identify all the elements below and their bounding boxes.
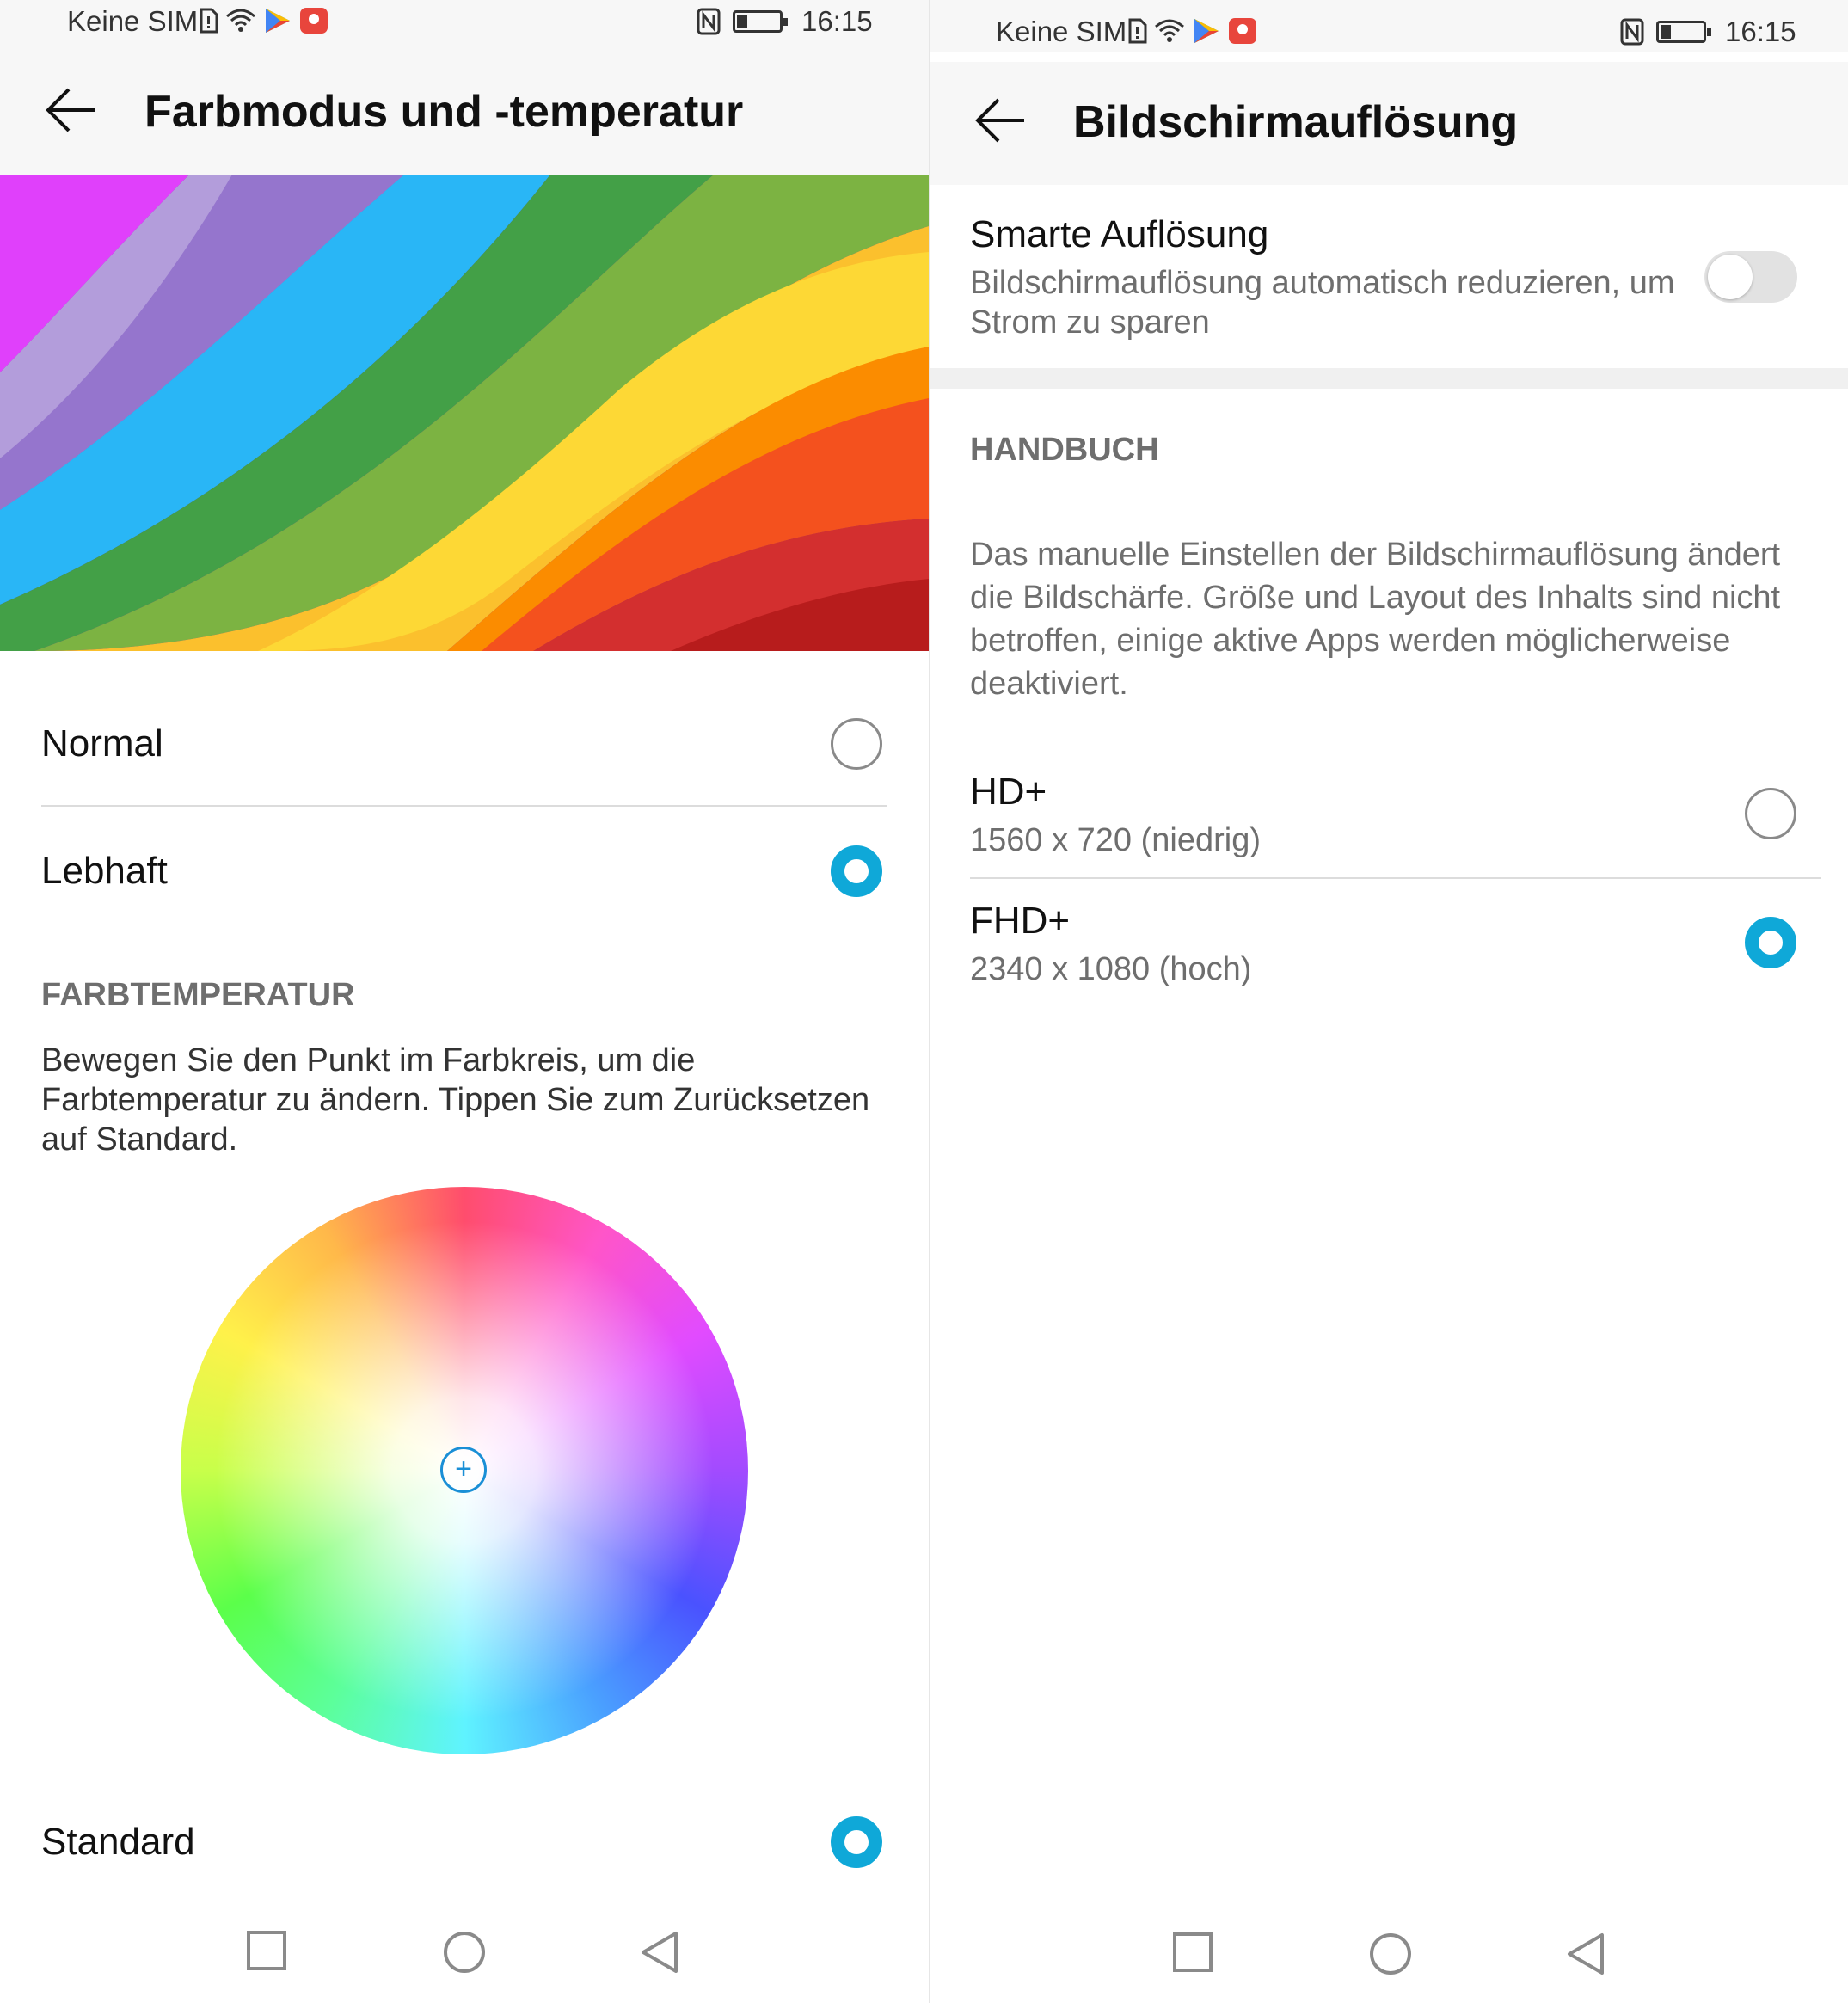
carrier-label: Keine SIM [67,5,199,37]
divider [970,877,1821,879]
resolution-option-fhd[interactable]: FHD+ 2340 x 1080 (hoch) [970,900,1807,989]
mode-label: Lebhaft [41,850,168,892]
standard-label: Standard [41,1821,195,1863]
app-bar: Farbmodus und -temperatur [0,52,929,175]
radio-normal[interactable] [831,718,882,770]
radio-standard[interactable] [831,1816,882,1868]
toggle-knob [1708,255,1753,299]
option-label: FHD+ [970,900,1071,942]
back-triangle-icon[interactable] [1566,1932,1605,1976]
carrier-label: Keine SIM [996,15,1127,47]
smart-resolution-label: Smarte Auflösung [970,213,1269,255]
recents-square-icon[interactable] [246,1930,287,1971]
option-detail: 2340 x 1080 (hoch) [970,951,1252,987]
back-triangle-icon[interactable] [640,1930,679,1975]
divider [41,805,887,807]
color-mode-screen: Keine SIM 16:15 Farbmodus und -temperatu… [0,0,929,2003]
app-gallery-icon [1229,18,1256,44]
option-detail: 1560 x 720 (niedrig) [970,822,1261,858]
status-bar: Keine SIM 16:15 [0,0,929,52]
app-bar: Bildschirmauflösung [930,62,1848,185]
smart-resolution-description: Bildschirmauflösung automatisch reduzier… [970,265,1675,341]
color-temperature-description: Bewegen Sie den Punkt im Farbkreis, um d… [41,1042,870,1158]
section-title: FARBTEMPERATUR [41,977,355,1013]
radio-fhd[interactable] [1745,917,1796,968]
wifi-icon [226,9,255,32]
mode-option-normal[interactable]: Normal [41,722,887,765]
color-wheel-point[interactable]: + [440,1447,487,1493]
page-title: Farbmodus und -temperatur [144,87,744,137]
smart-resolution-toggle[interactable] [1704,251,1797,303]
battery-icon [1656,21,1711,43]
back-arrow-icon[interactable] [974,96,1028,144]
radio-hd[interactable] [1745,788,1796,839]
nfc-icon [697,8,721,35]
navigation-bar [0,1901,929,2003]
mode-option-lebhaft[interactable]: Lebhaft [41,850,887,893]
clock: 16:15 [1725,15,1796,47]
section-title: HANDBUCH [970,432,1159,468]
app-gallery-icon [300,8,328,34]
page-title: Bildschirmauflösung [1073,97,1519,147]
radio-lebhaft[interactable] [831,845,882,897]
resolution-option-hd[interactable]: HD+ 1560 x 720 (niedrig) [970,771,1807,860]
clock: 16:15 [801,5,873,37]
manual-description: Das manuelle Einstellen der Bildschirmau… [970,537,1781,702]
mode-label: Normal [41,722,163,765]
sim-icon [1128,18,1147,44]
recents-square-icon[interactable] [1172,1932,1213,1973]
play-store-icon [1194,19,1219,43]
play-store-icon [266,9,290,33]
battery-icon [733,10,788,33]
wifi-icon [1155,19,1184,42]
back-arrow-icon[interactable] [45,86,98,134]
smart-resolution-row[interactable]: Smarte Auflösung Bildschirmauflösung aut… [970,213,1676,342]
color-preview-image [0,175,929,651]
nfc-icon [1620,18,1644,46]
navigation-bar [930,1902,1848,2003]
resolution-screen: Keine SIM 16:15 Bildschirmauflösung Smar… [930,0,1848,2003]
standard-option[interactable]: Standard [41,1821,887,1864]
section-separator [930,368,1848,389]
status-bar: Keine SIM 16:15 [930,0,1848,52]
home-circle-icon[interactable] [1368,1932,1413,1976]
sim-icon [200,8,218,34]
option-label: HD+ [970,771,1047,813]
home-circle-icon[interactable] [442,1930,487,1975]
